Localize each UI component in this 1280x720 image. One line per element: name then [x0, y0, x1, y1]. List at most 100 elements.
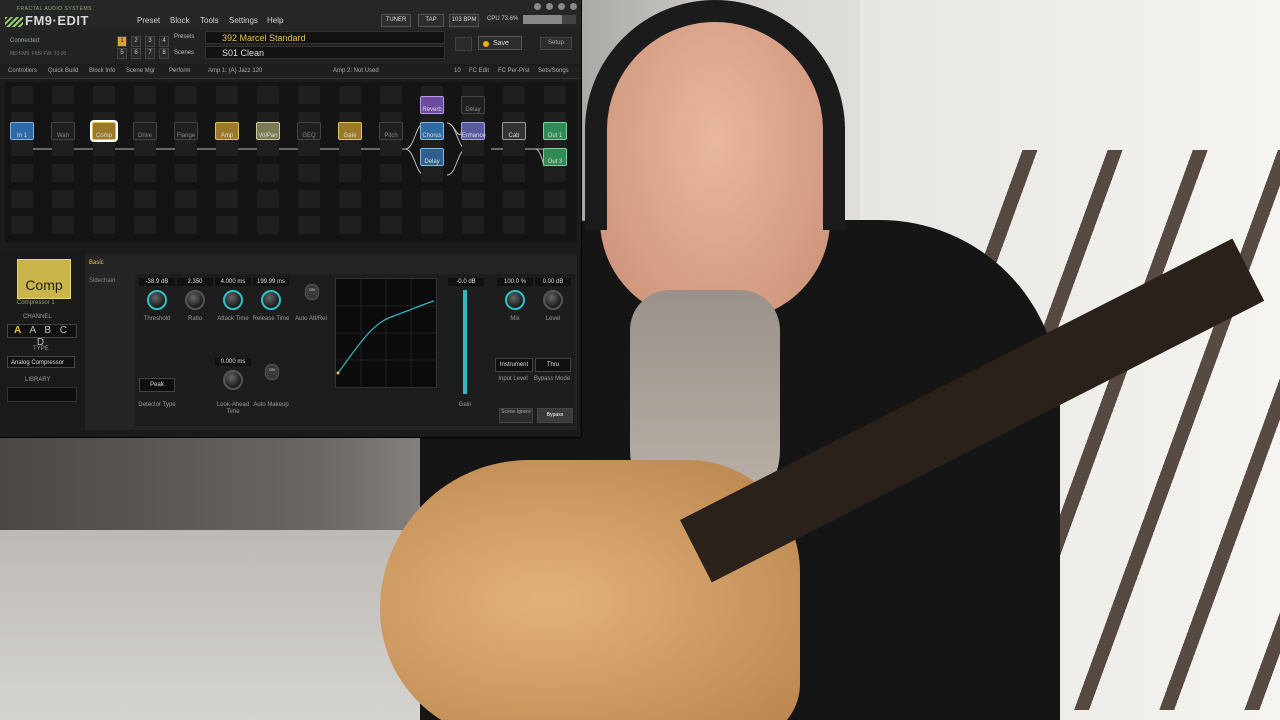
gain-value[interactable]: -0.0 dB: [448, 278, 484, 286]
preset-num-1[interactable]: 1: [117, 36, 127, 47]
grid-cell[interactable]: [175, 190, 197, 208]
block-out1[interactable]: Out 1: [543, 122, 567, 140]
scene-ignore-button[interactable]: Scene Ignore: [499, 408, 533, 423]
grid-cell[interactable]: [257, 86, 279, 104]
grid-cell[interactable]: [380, 190, 402, 208]
menu-tools[interactable]: Tools: [200, 16, 219, 25]
preset-name[interactable]: 392 Marcel Standard: [205, 31, 445, 44]
close-icon[interactable]: [570, 3, 577, 10]
grid-cell[interactable]: [380, 164, 402, 182]
minimize-icon[interactable]: [546, 3, 553, 10]
grid-cell[interactable]: [544, 216, 566, 234]
type-select[interactable]: Analog Compressor: [7, 356, 75, 368]
grid-cell[interactable]: [11, 86, 33, 104]
auto-makeup-toggle[interactable]: ON: [265, 364, 279, 380]
block-icon-comp[interactable]: Comp: [17, 259, 71, 299]
preset-num-6[interactable]: 6: [131, 48, 141, 59]
attack-value[interactable]: 4.000 ms: [215, 278, 251, 286]
threshold-knob[interactable]: [147, 290, 167, 310]
preset-num-2[interactable]: 2: [131, 36, 141, 47]
library-field[interactable]: [7, 387, 77, 402]
tab-scene-mgr[interactable]: Scene Mgr: [126, 68, 155, 74]
attack-knob[interactable]: [223, 290, 243, 310]
preset-num-7[interactable]: 7: [145, 48, 155, 59]
menu-settings[interactable]: Settings: [229, 16, 258, 25]
tab-fc-per-prst[interactable]: FC Per-Prst: [498, 68, 530, 74]
tab-block-info[interactable]: Block Info: [89, 68, 115, 74]
input-level-button[interactable]: Instrument: [495, 358, 533, 372]
block-out3[interactable]: Out 3: [543, 148, 567, 166]
block-in1[interactable]: In 1: [10, 122, 34, 140]
release-value[interactable]: 199.99 ms: [253, 278, 289, 286]
mix-knob[interactable]: [505, 290, 525, 310]
grid-cell[interactable]: [175, 86, 197, 104]
grid-cell[interactable]: [298, 216, 320, 234]
grid-cell[interactable]: [298, 86, 320, 104]
tab-quick-build[interactable]: Quick Build: [48, 68, 78, 74]
presets-dropdown[interactable]: Presets: [174, 34, 194, 40]
grid-cell[interactable]: [175, 164, 197, 182]
block-wah[interactable]: Wah: [51, 122, 75, 140]
grid-cell[interactable]: [380, 86, 402, 104]
scene-name[interactable]: S01 Clean: [205, 46, 445, 59]
grid-cell[interactable]: [339, 216, 361, 234]
grid-cell[interactable]: [216, 86, 238, 104]
tab-sidechain[interactable]: Sidechain: [89, 278, 115, 284]
block-gate[interactable]: Gate: [338, 122, 362, 140]
lookahead-knob[interactable]: [223, 370, 243, 390]
tuner-button[interactable]: TUNER: [381, 14, 411, 27]
lookahead-value[interactable]: 0.000 ms: [215, 358, 251, 366]
bypass-mode-button[interactable]: Thru: [535, 358, 571, 372]
grid-cell[interactable]: [421, 190, 443, 208]
grid-cell[interactable]: [298, 164, 320, 182]
gain-meter[interactable]: [463, 290, 467, 394]
maximize-icon[interactable]: [558, 3, 565, 10]
grid-cell[interactable]: [339, 86, 361, 104]
grid-cell[interactable]: [52, 190, 74, 208]
preset-num-3[interactable]: 3: [145, 36, 155, 47]
tap-button[interactable]: TAP: [418, 14, 444, 27]
preset-num-8[interactable]: 8: [159, 48, 169, 59]
grid-cell[interactable]: [462, 216, 484, 234]
block-delay-top[interactable]: Delay: [461, 96, 485, 114]
menu-preset[interactable]: Preset: [137, 16, 160, 25]
grid-cell[interactable]: [503, 86, 525, 104]
grid-cell[interactable]: [462, 190, 484, 208]
grid-cell[interactable]: [52, 164, 74, 182]
grid-cell[interactable]: [339, 190, 361, 208]
block-volpan[interactable]: VolPan: [256, 122, 280, 140]
grid-cell[interactable]: [11, 216, 33, 234]
tab-basic[interactable]: Basic: [89, 260, 104, 266]
grid-cell[interactable]: [503, 164, 525, 182]
grid-cell[interactable]: [134, 164, 156, 182]
grid-cell[interactable]: [216, 216, 238, 234]
detector-type-button[interactable]: Peak: [139, 378, 175, 392]
grid-cell[interactable]: [380, 216, 402, 234]
grid-cell[interactable]: [134, 216, 156, 234]
threshold-value[interactable]: -38.9 dB: [139, 278, 175, 286]
grid-cell[interactable]: [298, 190, 320, 208]
grid-cell[interactable]: [257, 190, 279, 208]
scenes-dropdown[interactable]: Scenes: [174, 50, 194, 56]
block-delay[interactable]: Delay: [420, 148, 444, 166]
preset-num-4[interactable]: 4: [159, 36, 169, 47]
block-comp[interactable]: Comp: [92, 122, 116, 140]
grid-cell[interactable]: [134, 190, 156, 208]
grid-cell[interactable]: [503, 216, 525, 234]
level-knob[interactable]: [543, 290, 563, 310]
grid-cell[interactable]: [52, 216, 74, 234]
grid-cell[interactable]: [175, 216, 197, 234]
tab-controllers[interactable]: Controllers: [8, 68, 37, 74]
grid-cell[interactable]: [339, 164, 361, 182]
bypass-button[interactable]: Bypass: [537, 408, 573, 423]
block-geq[interactable]: GEQ: [297, 122, 321, 140]
tab-sets-songs[interactable]: Sets/Songs: [538, 68, 569, 74]
grid-cell[interactable]: [93, 190, 115, 208]
block-reverb[interactable]: Reverb: [420, 96, 444, 114]
grid-cell[interactable]: [257, 216, 279, 234]
block-chorus[interactable]: Chorus: [420, 122, 444, 140]
grid-cell[interactable]: [257, 164, 279, 182]
mix-value[interactable]: 100.0 %: [497, 278, 533, 286]
help-icon[interactable]: [534, 3, 541, 10]
preset-num-5[interactable]: 5: [117, 48, 127, 59]
